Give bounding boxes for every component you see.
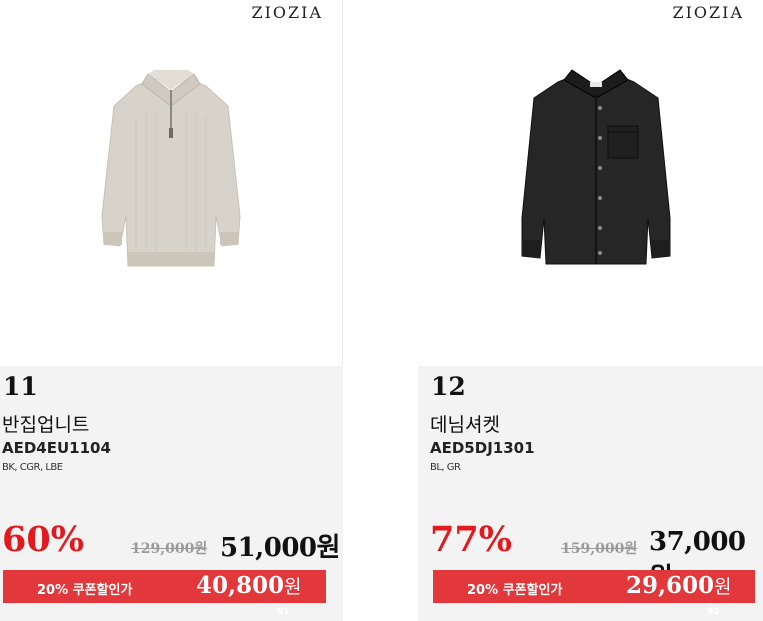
product-info: 11 반집업니트 AED4EU1104 BK, CGR, LBE 60% 129… <box>0 366 343 621</box>
coupon-label: 20% 쿠폰할인가 <box>37 583 133 598</box>
original-price: 129,000원 <box>131 541 208 557</box>
product-image-area[interactable]: ZIOZIA <box>0 0 343 366</box>
product-colors: BL, GR <box>430 462 461 473</box>
coupon-price: 40,800원 <box>196 572 302 599</box>
product-code: AED5DJ1301 <box>430 439 535 457</box>
product-rank: 12 <box>431 372 466 401</box>
sale-price: 51,000원 <box>220 533 340 563</box>
product-rank: 11 <box>3 372 38 401</box>
coupon-price: 29,600원 <box>626 572 732 599</box>
original-price: 159,000원 <box>561 541 638 557</box>
brand-logo: ZIOZIA <box>672 3 744 22</box>
denim-shirt-jacket-image[interactable] <box>516 68 676 268</box>
product-name[interactable]: 반집업니트 <box>2 410 89 437</box>
discount-rate: 60% <box>2 519 84 560</box>
product-image-area[interactable]: ZIOZIA <box>418 0 763 366</box>
product-code: AED4EU1104 <box>2 439 111 457</box>
product-card[interactable]: ZIOZIA 12 데님셔켓 AED5DJ1301 BL, GR 77% 159… <box>418 0 763 621</box>
brand-logo: ZIOZIA <box>251 3 323 22</box>
product-name[interactable]: 데님셔켓 <box>430 410 500 437</box>
coupon-price-bar[interactable]: 20% 쿠폰할인가 29,600원 <box>433 570 755 603</box>
discount-rate: 77% <box>430 519 512 560</box>
product-info: 12 데님셔켓 AED5DJ1301 BL, GR 77% 159,000원 3… <box>418 366 763 621</box>
cut-off-text: 91 <box>277 607 290 617</box>
product-card[interactable]: ZIOZIA 11 반집업니트 AED4EU1104 BK, CGR, LBE … <box>0 0 343 621</box>
coupon-price-bar[interactable]: 20% 쿠폰할인가 40,800원 <box>3 570 326 603</box>
half-zip-knit-sweater-image[interactable] <box>96 66 246 276</box>
cut-off-text: 91 <box>707 607 720 617</box>
product-colors: BK, CGR, LBE <box>2 462 63 473</box>
coupon-label: 20% 쿠폰할인가 <box>467 583 563 598</box>
